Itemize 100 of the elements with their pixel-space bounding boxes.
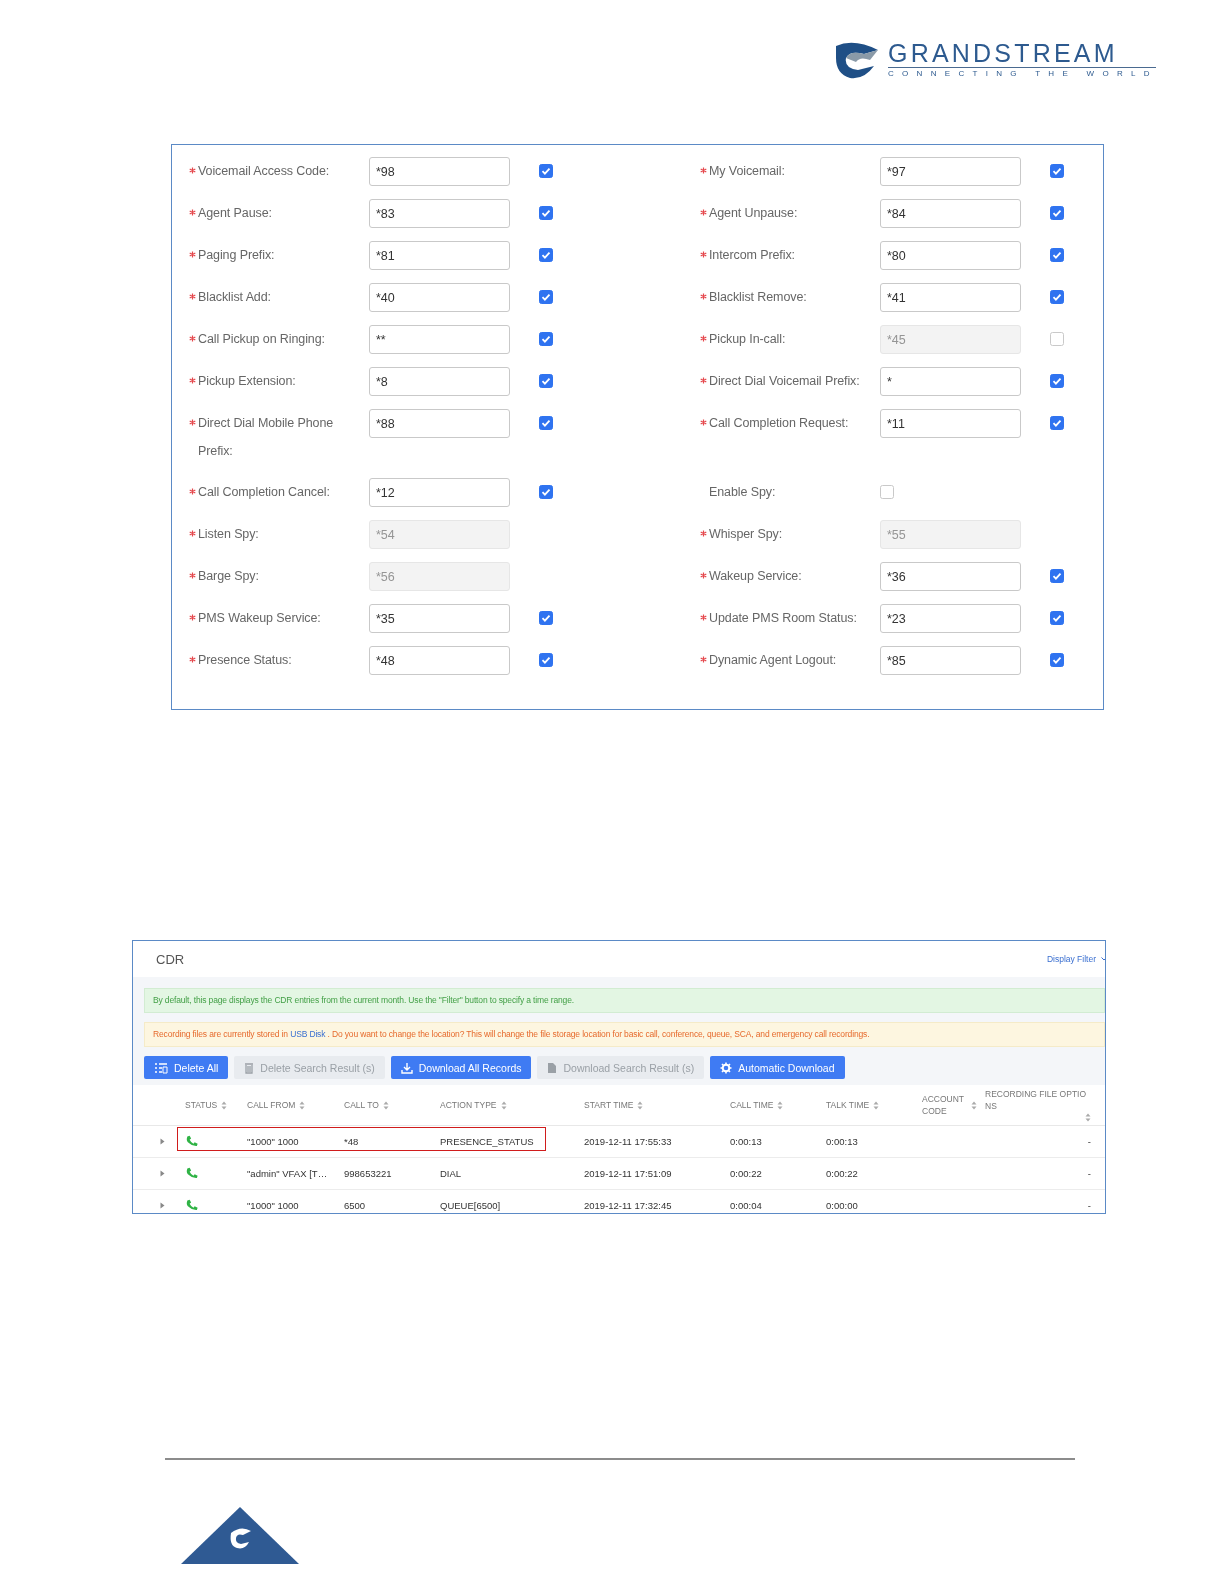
code-field[interactable]: *98 — [369, 157, 510, 186]
checkbox[interactable] — [1050, 653, 1064, 667]
column-header[interactable]: CALL FROM — [247, 1099, 296, 1111]
checkbox[interactable] — [1050, 416, 1064, 430]
checkbox[interactable] — [539, 611, 553, 625]
field-label: Agent Unpause: — [709, 205, 798, 222]
code-field[interactable]: *8 — [369, 367, 510, 396]
code-field[interactable]: *80 — [880, 241, 1021, 270]
column-header[interactable]: RECORDING FILE OPTIONS — [985, 1088, 1091, 1112]
phone-icon — [185, 1135, 198, 1148]
checkbox[interactable] — [1050, 374, 1064, 388]
code-field[interactable]: *81 — [369, 241, 510, 270]
column-header[interactable]: START TIME — [584, 1099, 634, 1111]
field-label: Agent Pause: — [198, 205, 272, 222]
field-label: Direct Dial Voicemail Prefix: — [709, 373, 860, 390]
phone-icon — [185, 1167, 198, 1180]
expand-icon[interactable] — [160, 1202, 165, 1209]
column-header[interactable]: CALL TIME — [730, 1099, 774, 1111]
checkbox[interactable] — [880, 485, 894, 499]
code-field[interactable]: *36 — [880, 562, 1021, 591]
checkbox[interactable] — [1050, 290, 1064, 304]
display-filter-link[interactable]: Display Filter — [1046, 954, 1096, 964]
checkbox[interactable] — [539, 653, 553, 667]
table-cell-text: 998653221 — [344, 1168, 393, 1179]
code-field[interactable]: *41 — [880, 283, 1021, 312]
field-label: Wakeup Service: — [709, 568, 802, 585]
panel-title: CDR — [156, 951, 185, 967]
toolbar-button[interactable]: Automatic Download — [710, 1056, 845, 1079]
code-field[interactable]: *83 — [369, 199, 510, 228]
trash-icon — [244, 1061, 255, 1074]
list-icon — [154, 1061, 168, 1074]
code-field[interactable]: *88 — [369, 409, 510, 438]
field-label: Barge Spy: — [198, 568, 259, 585]
column-header[interactable]: STATUS — [185, 1099, 218, 1111]
code-field[interactable]: * — [880, 367, 1021, 396]
table-cell-text: 0:00:04 — [730, 1200, 763, 1211]
code-field[interactable]: *85 — [880, 646, 1021, 675]
checkbox[interactable] — [539, 416, 553, 430]
table-cell-text: QUEUE[6500] — [440, 1200, 502, 1211]
download-icon — [400, 1061, 413, 1074]
field-label: My Voicemail: — [709, 163, 785, 180]
checkbox[interactable] — [539, 164, 553, 178]
checkbox[interactable] — [539, 248, 553, 262]
field-label: Dynamic Agent Logout: — [709, 652, 837, 669]
code-field[interactable]: *23 — [880, 604, 1021, 633]
sort-icon[interactable] — [637, 1100, 644, 1110]
code-field[interactable]: *97 — [880, 157, 1021, 186]
code-field[interactable]: *11 — [880, 409, 1021, 438]
column-header[interactable]: TALK TIME — [826, 1099, 870, 1111]
field-label: Update PMS Room Status: — [709, 610, 857, 627]
checkbox[interactable] — [539, 332, 553, 346]
field-label: Call Completion Cancel: — [198, 484, 330, 501]
sort-icon[interactable] — [1085, 1113, 1091, 1122]
sort-icon[interactable] — [873, 1100, 880, 1110]
table-cell-text: "1000" 1000 — [247, 1136, 300, 1147]
phone-icon — [185, 1199, 198, 1212]
checkbox[interactable] — [1050, 569, 1064, 583]
table-cell-text: "admin" VFAX [T… — [247, 1168, 329, 1179]
code-field[interactable]: *48 — [369, 646, 510, 675]
sort-icon[interactable] — [971, 1100, 977, 1110]
code-field[interactable]: *12 — [369, 478, 510, 507]
checkbox[interactable] — [1050, 611, 1064, 625]
toolbar-button[interactable]: Delete All — [144, 1056, 229, 1079]
sort-icon[interactable] — [382, 1100, 389, 1110]
table-cell-text: "1000" 1000 — [247, 1200, 300, 1211]
field-label: Intercom Prefix: — [709, 247, 795, 264]
info-notice: By default, this page displays the CDR entries from the current month. Use the "Filter" button to specify a time range. — [144, 988, 1105, 1013]
field-label: Pickup In-call: — [709, 331, 786, 348]
toolbar-button[interactable]: Download All Records — [390, 1056, 532, 1079]
expand-icon[interactable] — [160, 1170, 165, 1177]
checkbox[interactable] — [539, 206, 553, 220]
brand-name: GRANDSTREAM — [888, 40, 1156, 68]
column-header[interactable]: ACCOUNT CODE — [922, 1093, 967, 1117]
table-cell-text: - — [1087, 1200, 1092, 1211]
sort-icon[interactable] — [221, 1100, 228, 1110]
field-label: Call Completion Request: — [709, 415, 849, 432]
checkbox[interactable] — [1050, 164, 1064, 178]
table-cell-text: 0:00:22 — [826, 1168, 859, 1179]
sort-icon[interactable] — [500, 1100, 507, 1110]
code-field[interactable]: ** — [369, 325, 510, 354]
field-label: Presence Status: — [198, 652, 292, 669]
checkbox[interactable] — [1050, 248, 1064, 262]
checkbox[interactable] — [539, 374, 553, 388]
field-label: Enable Spy: — [709, 484, 776, 501]
code-field[interactable]: *35 — [369, 604, 510, 633]
checkbox[interactable] — [1050, 206, 1064, 220]
sort-icon[interactable] — [299, 1100, 306, 1110]
code-field[interactable]: *84 — [880, 199, 1021, 228]
usb-disk-link[interactable]: USB Disk — [290, 1029, 326, 1039]
sort-icon[interactable] — [777, 1100, 784, 1110]
table-cell-text: PRESENCE_STATUS — [440, 1136, 535, 1147]
table-cell-text: 6500 — [344, 1200, 367, 1211]
column-header[interactable]: ACTION TYPE — [440, 1099, 497, 1111]
field-label: Blacklist Add: — [198, 289, 271, 306]
column-header[interactable]: CALL TO — [344, 1099, 379, 1111]
code-field[interactable]: *40 — [369, 283, 510, 312]
table-cell-text: 2019-12-11 17:55:33 — [584, 1136, 673, 1147]
expand-icon[interactable] — [160, 1138, 165, 1145]
checkbox[interactable] — [539, 290, 553, 304]
checkbox[interactable] — [539, 485, 553, 499]
